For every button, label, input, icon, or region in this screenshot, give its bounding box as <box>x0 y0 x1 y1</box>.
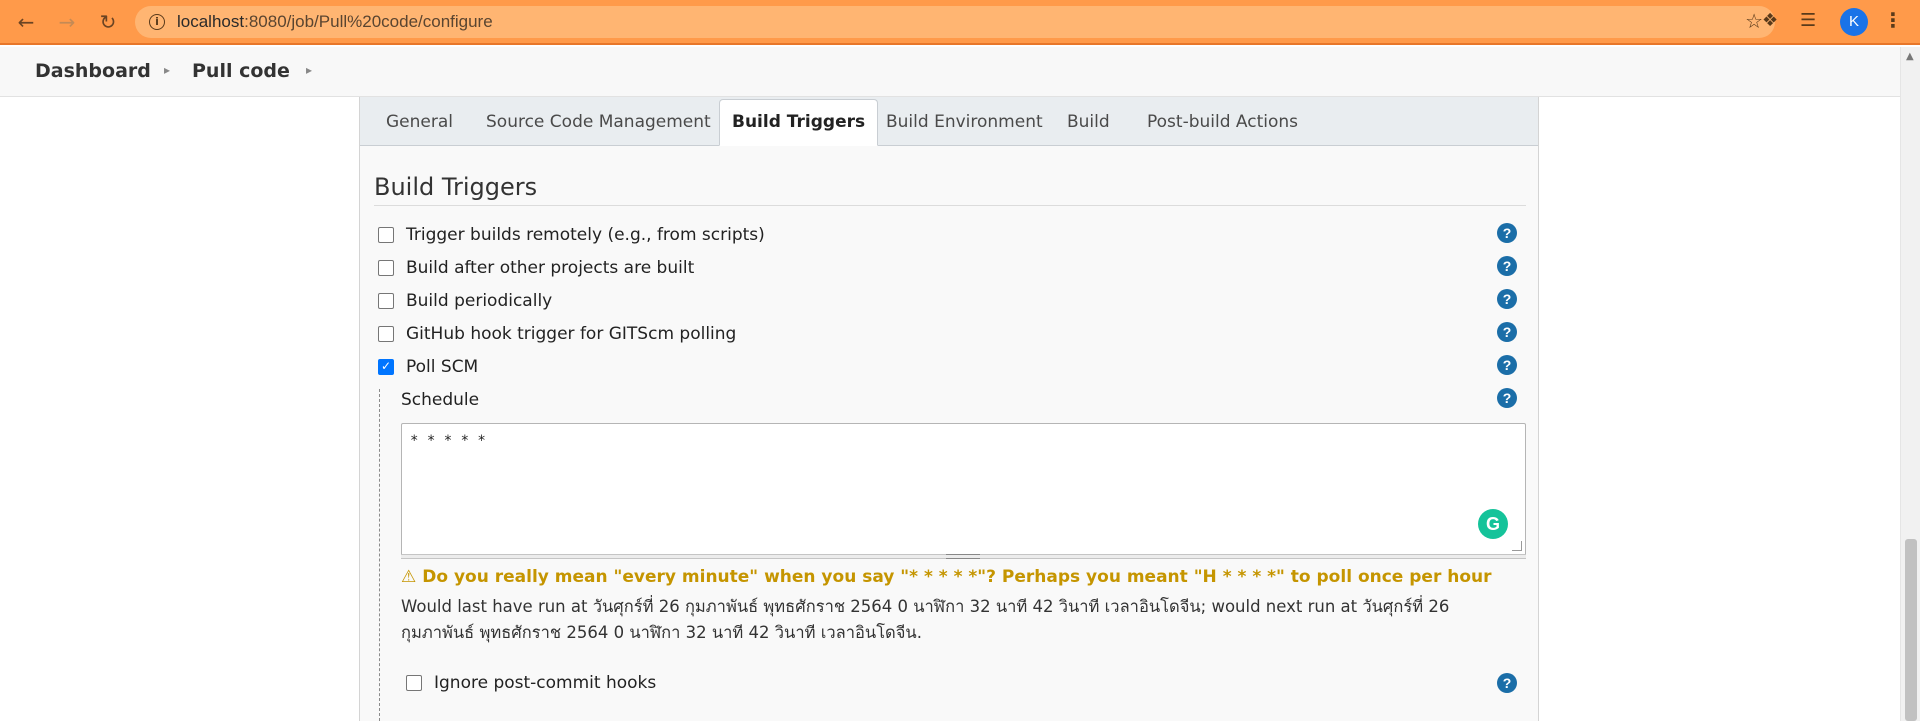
breadcrumb-chevron-icon[interactable]: ▸ <box>306 63 312 77</box>
url-text[interactable]: localhost:8080/job/Pull%20code/configure <box>177 12 493 32</box>
tab-post-build-actions[interactable]: Post-build Actions <box>1147 112 1298 132</box>
breadcrumb-chevron-icon[interactable]: ▸ <box>164 63 170 77</box>
address-bar[interactable]: i localhost:8080/job/Pull%20code/configu… <box>135 6 1775 38</box>
trigger-label[interactable]: Poll SCM <box>406 357 478 377</box>
drag-handle[interactable] <box>946 554 980 559</box>
trigger-row: Trigger builds remotely (e.g., from scri… <box>378 223 1528 249</box>
schedule-explanation: Would last have run at วันศุกร์ที่ 26 กุ… <box>401 597 1450 642</box>
trigger-github-hook-checkbox[interactable] <box>378 326 394 342</box>
config-tabbar: General Source Code Management Build Tri… <box>360 97 1538 146</box>
trigger-label[interactable]: GitHub hook trigger for GITScm polling <box>406 324 736 344</box>
bookmark-star-icon[interactable]: ☆ <box>1745 9 1763 33</box>
url-host: localhost <box>177 12 245 31</box>
textarea-resize-grip[interactable] <box>1512 541 1522 551</box>
textarea-drag-bar[interactable] <box>401 554 1526 559</box>
ignore-hooks-checkbox[interactable] <box>406 675 422 691</box>
ignore-hooks-row: Ignore post-commit hooks <box>406 671 1526 697</box>
trigger-label[interactable]: Trigger builds remotely (e.g., from scri… <box>406 225 765 245</box>
trigger-row: Build periodically <box>378 289 1528 315</box>
help-icon[interactable]: ? <box>1497 223 1517 243</box>
trigger-periodically-checkbox[interactable] <box>378 293 394 309</box>
browser-toolbar: ← → ↻ i localhost:8080/job/Pull%20code/c… <box>0 0 1920 45</box>
section-title: Build Triggers <box>374 173 538 201</box>
browser-menu-icon[interactable]: ⋮ <box>1883 8 1903 32</box>
site-info-icon[interactable]: i <box>149 14 165 30</box>
help-icon[interactable]: ? <box>1497 322 1517 342</box>
config-panel: General Source Code Management Build Tri… <box>359 97 1539 721</box>
help-icon[interactable]: ? <box>1497 355 1517 375</box>
warning-icon: ⚠ <box>401 567 417 587</box>
reload-icon[interactable]: ↻ <box>95 9 121 35</box>
section-divider <box>374 205 1526 206</box>
tab-build-triggers[interactable]: Build Triggers <box>719 99 879 146</box>
back-arrow-icon[interactable]: ← <box>13 9 39 35</box>
grammarly-icon[interactable]: G <box>1478 509 1508 539</box>
trigger-label[interactable]: Build after other projects are built <box>406 258 694 278</box>
help-icon[interactable]: ? <box>1497 388 1517 408</box>
tab-source-code-management[interactable]: Source Code Management <box>486 112 711 132</box>
help-icon[interactable]: ? <box>1497 289 1517 309</box>
schedule-textarea[interactable]: * * * * * <box>401 423 1526 557</box>
tab-build-environment[interactable]: Build Environment <box>886 112 1043 132</box>
breadcrumb-pull-code[interactable]: Pull code <box>192 60 290 82</box>
scroll-up-arrow-icon[interactable]: ▲ <box>1906 51 1914 62</box>
extensions-puzzle-icon[interactable]: ❖ <box>1762 10 1778 31</box>
help-icon[interactable]: ? <box>1497 673 1517 693</box>
trigger-row: GitHub hook trigger for GITScm polling <box>378 322 1528 348</box>
schedule-warning: ⚠ Do you really mean "every minute" when … <box>401 567 1492 587</box>
trigger-remote-checkbox[interactable] <box>378 227 394 243</box>
schedule-label: Schedule <box>401 390 480 410</box>
profile-avatar[interactable]: K <box>1840 8 1868 36</box>
breadcrumb: Dashboard ▸ Pull code ▸ <box>0 47 1900 97</box>
trigger-label[interactable]: Build periodically <box>406 291 552 311</box>
page-scrollbar[interactable]: ▲ <box>1900 47 1920 721</box>
ignore-hooks-label[interactable]: Ignore post-commit hooks <box>434 673 656 693</box>
reading-list-icon[interactable]: ☰ <box>1800 10 1816 31</box>
trigger-after-projects-checkbox[interactable] <box>378 260 394 276</box>
scroll-thumb[interactable] <box>1905 539 1917 721</box>
forward-arrow-icon[interactable]: → <box>54 9 80 35</box>
breadcrumb-dashboard[interactable]: Dashboard <box>35 60 151 82</box>
tab-general[interactable]: General <box>386 112 453 132</box>
nested-section-guide <box>379 389 380 721</box>
help-icon[interactable]: ? <box>1497 256 1517 276</box>
url-path: :8080/job/Pull%20code/configure <box>244 12 493 31</box>
trigger-row: ✓ Poll SCM <box>378 355 1528 381</box>
trigger-poll-scm-checkbox[interactable]: ✓ <box>378 359 394 375</box>
trigger-row: Build after other projects are built <box>378 256 1528 282</box>
tab-build[interactable]: Build <box>1067 112 1110 132</box>
warning-text: Do you really mean "every minute" when y… <box>422 567 1492 587</box>
